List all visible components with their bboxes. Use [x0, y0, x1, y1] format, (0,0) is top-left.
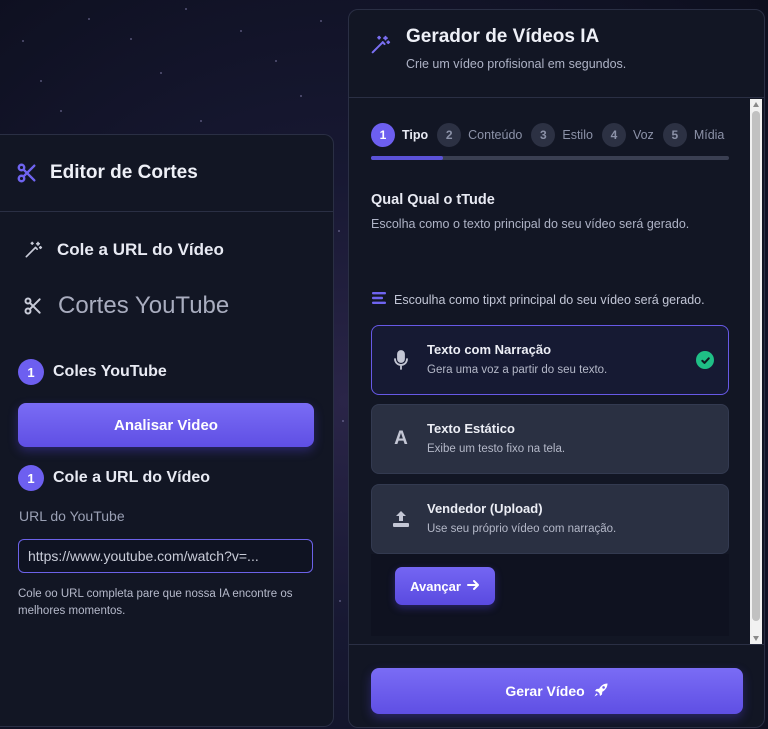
generate-video-button[interactable]: Gerar Vídeo [371, 668, 743, 714]
next-button-label: Avançar [410, 578, 461, 594]
step-number: 1 [371, 123, 395, 147]
generator-content: 1 Tipo 2 Conteúdo 3 Estilo 4 Voz 5 Mídia [349, 99, 752, 644]
youtube-url-input[interactable] [18, 539, 313, 573]
magic-wand-icon [22, 239, 44, 261]
editor-panel-header: Editor de Cortes [0, 135, 333, 212]
step-estilo[interactable]: 3 Estilo [531, 123, 593, 147]
scrollbar-thumb[interactable] [752, 111, 760, 621]
editor-panel-title: Editor de Cortes [50, 162, 198, 183]
magic-wand-icon [369, 34, 391, 56]
step-label: Tipo [402, 128, 429, 142]
scissors-icon [22, 295, 44, 317]
stepper: 1 Tipo 2 Conteúdo 3 Estilo 4 Voz 5 Mídia [371, 123, 733, 147]
question-title: Qual Qual o tTude [371, 192, 495, 208]
step-number-badge: 1 [18, 465, 44, 491]
question-description: Escolha como o texto principal do seu ví… [371, 217, 690, 231]
step-youtube-row: 1 Coles YouTube [18, 359, 167, 385]
option-texto-narracao[interactable]: Texto com Narração Gera uma voz a partir… [371, 325, 729, 395]
paste-url-label: Cole a URL do Vídeo [57, 240, 224, 259]
scroll-up-arrow-icon[interactable] [753, 102, 759, 107]
arrow-right-icon [466, 579, 480, 594]
option-texto-estatico[interactable]: A Texto Estático Exibe um testo fixo na … [371, 404, 729, 474]
url-help-text: Cole oo URL completa pare que nossa IA e… [18, 588, 293, 617]
upload-icon [390, 508, 412, 530]
generate-video-label: Gerar Vídeo [505, 683, 585, 699]
analyze-video-button[interactable]: Analisar Video [18, 403, 314, 447]
option-title: Texto Estático [427, 421, 515, 436]
step-midia[interactable]: 5 Mídia [662, 123, 725, 147]
option-description: Exibe um testo fixo na tela. [427, 443, 566, 455]
option-description: Gera uma voz a partir do seu texto. [427, 364, 608, 376]
text-a-icon: A [394, 428, 408, 449]
step-number: 4 [601, 123, 626, 147]
generator-header: Gerador de Vídeos IA Crie um vídeo profi… [349, 10, 764, 98]
editor-panel: Editor de Cortes Cole a URL do Vídeo Cor… [0, 134, 334, 727]
step-conteudo[interactable]: 2 Conteúdo [437, 123, 522, 147]
step-label: Mídia [693, 128, 725, 142]
scroll-down-arrow-icon[interactable] [753, 636, 759, 641]
content-scrollbar[interactable] [750, 99, 762, 644]
step-paste-url-row: 1 Cole a URL do Vídeo [18, 465, 210, 491]
video-generator-panel: Gerador de Vídeos IA Crie um vídeo profi… [348, 9, 765, 728]
scissors-icon [16, 162, 38, 184]
step-progress-fill [371, 156, 443, 160]
option-upload[interactable]: Vendedor (Upload) Use seu próprio vídeo … [371, 484, 729, 554]
step-label: Estilo [562, 128, 593, 142]
check-circle-icon [696, 351, 714, 369]
section-label: Escoulha como tipxt principal do seu víd… [371, 291, 705, 308]
youtube-url-label: URL do YouTube [19, 508, 125, 524]
generator-subtitle: Crie um vídeo profisional em segundos. [406, 57, 627, 71]
option-title: Vendedor (Upload) [427, 501, 543, 516]
step-tipo[interactable]: 1 Tipo [371, 123, 428, 147]
cortes-youtube-label: Cortes YouTube [58, 292, 230, 319]
microphone-icon [390, 349, 412, 371]
generator-footer: Gerar Vídeo [349, 644, 764, 727]
step-number-badge: 1 [18, 359, 44, 385]
cortes-youtube-row: Cortes YouTube [22, 292, 229, 320]
step-progress-bar [371, 156, 729, 160]
next-button[interactable]: Avançar [395, 567, 495, 605]
step-number: 3 [531, 123, 556, 147]
paste-url-row: Cole a URL do Vídeo [22, 239, 224, 261]
list-icon [371, 291, 387, 308]
step-number: 5 [662, 123, 687, 147]
step-youtube-label: Coles YouTube [53, 363, 167, 380]
generator-title: Gerador de Vídeos IA [406, 26, 600, 47]
step-label: Voz [632, 128, 654, 142]
rocket-icon [593, 682, 609, 701]
step-label: Conteúdo [468, 128, 523, 142]
step-number: 2 [437, 123, 462, 147]
option-description: Use seu próprio vídeo com narração. [427, 523, 617, 535]
section-label-text: Escoulha como tipxt principal do seu víd… [394, 292, 705, 307]
step-paste-url-label: Cole a URL do Vídeo [53, 469, 211, 486]
step-voz[interactable]: 4 Voz [601, 123, 654, 147]
option-title: Texto com Narração [427, 342, 552, 357]
